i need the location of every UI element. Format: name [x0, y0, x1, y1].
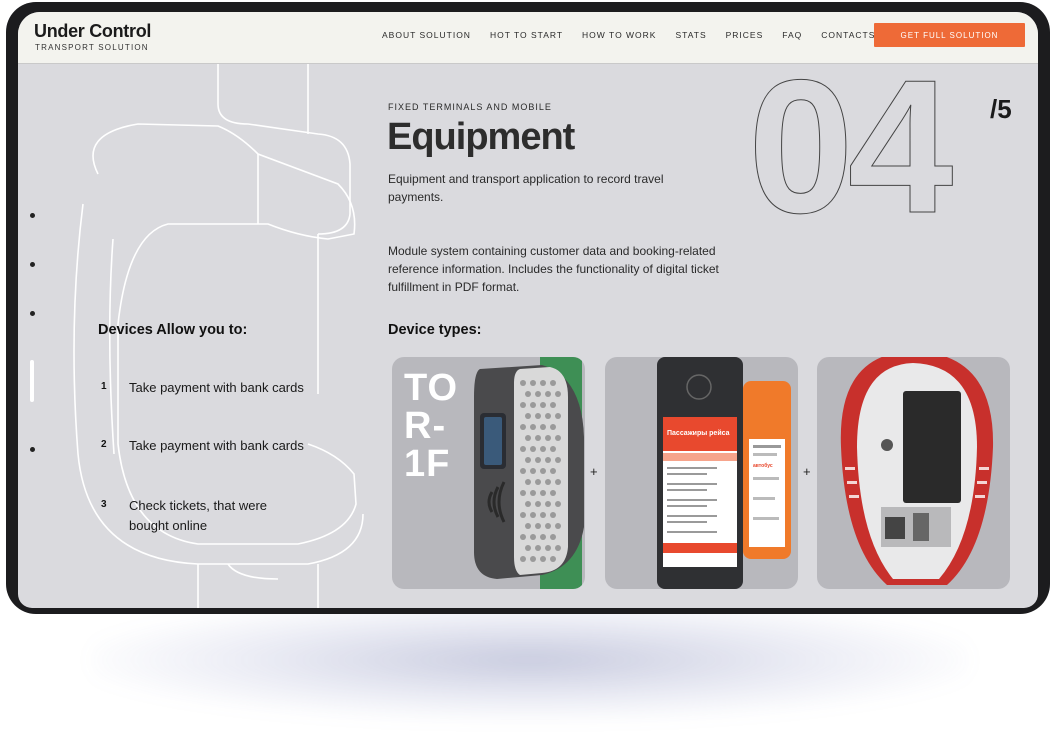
plus-separator: +	[590, 464, 598, 479]
device-card-mobile-terminal[interactable]: Пассажиры рейса автобус	[605, 357, 798, 589]
nav-how-to-work[interactable]: HOW TO WORK	[582, 30, 656, 40]
feature-number: 2	[101, 439, 107, 450]
section-total: /5	[990, 94, 1012, 124]
validator-illustration	[474, 357, 584, 589]
feature-number: 3	[101, 499, 107, 510]
brand-subtitle: TRANSPORT SOLUTION	[35, 43, 149, 52]
feature-text: Take payment with bank cards	[129, 438, 304, 453]
nav-hot-to-start[interactable]: HOT TO START	[490, 30, 563, 40]
page: Under Control TRANSPORT SOLUTION ABOUT S…	[0, 0, 1059, 756]
section-dot-1[interactable]	[30, 213, 35, 218]
website-screen: Under Control TRANSPORT SOLUTION ABOUT S…	[18, 12, 1038, 608]
feature-text: Take payment with bank cards	[129, 380, 304, 395]
plus-separator: +	[803, 464, 811, 479]
section-dot-2[interactable]	[30, 262, 35, 267]
device-card-validator[interactable]: TO R- 1F	[392, 357, 585, 589]
device-types-title: Device types:	[388, 322, 482, 338]
feature-text: Check tickets, that were bought online	[129, 498, 267, 533]
nav-about-solution[interactable]: ABOUT SOLUTION	[382, 30, 471, 40]
nav-contacts[interactable]: CONTACTS	[821, 30, 875, 40]
nav-prices[interactable]: PRICES	[726, 30, 764, 40]
section-kicker: FIXED TERMINALS AND MOBILE	[388, 102, 552, 112]
nav-stats[interactable]: STATS	[675, 30, 706, 40]
section-active-indicator[interactable]	[30, 360, 34, 402]
main-nav: ABOUT SOLUTION HOT TO START HOW TO WORK …	[382, 30, 894, 40]
nav-faq[interactable]: FAQ	[782, 30, 802, 40]
printer-receipt-label: автобус	[753, 462, 773, 469]
mobile-terminal-illustration: Пассажиры рейса автобус	[657, 357, 791, 589]
section-dot-3[interactable]	[30, 311, 35, 316]
tablet-frame: Under Control TRANSPORT SOLUTION ABOUT S…	[6, 2, 1050, 614]
section-description: Module system containing customer data a…	[388, 244, 719, 294]
section-number-outline: 04	[747, 41, 953, 253]
feature-number: 1	[101, 381, 107, 392]
terminal-screen-title: Пассажиры рейса	[667, 429, 730, 437]
section-intro: Equipment and transport application to r…	[388, 172, 664, 204]
device-card-kiosk[interactable]	[817, 357, 1010, 589]
kiosk-illustration	[840, 357, 994, 585]
brand-title[interactable]: Under Control	[34, 21, 151, 42]
features-title: Devices Allow you to:	[98, 322, 248, 338]
device-shadow	[90, 600, 970, 720]
section-dot-5[interactable]	[30, 447, 35, 452]
section-title: Equipment	[387, 116, 575, 158]
